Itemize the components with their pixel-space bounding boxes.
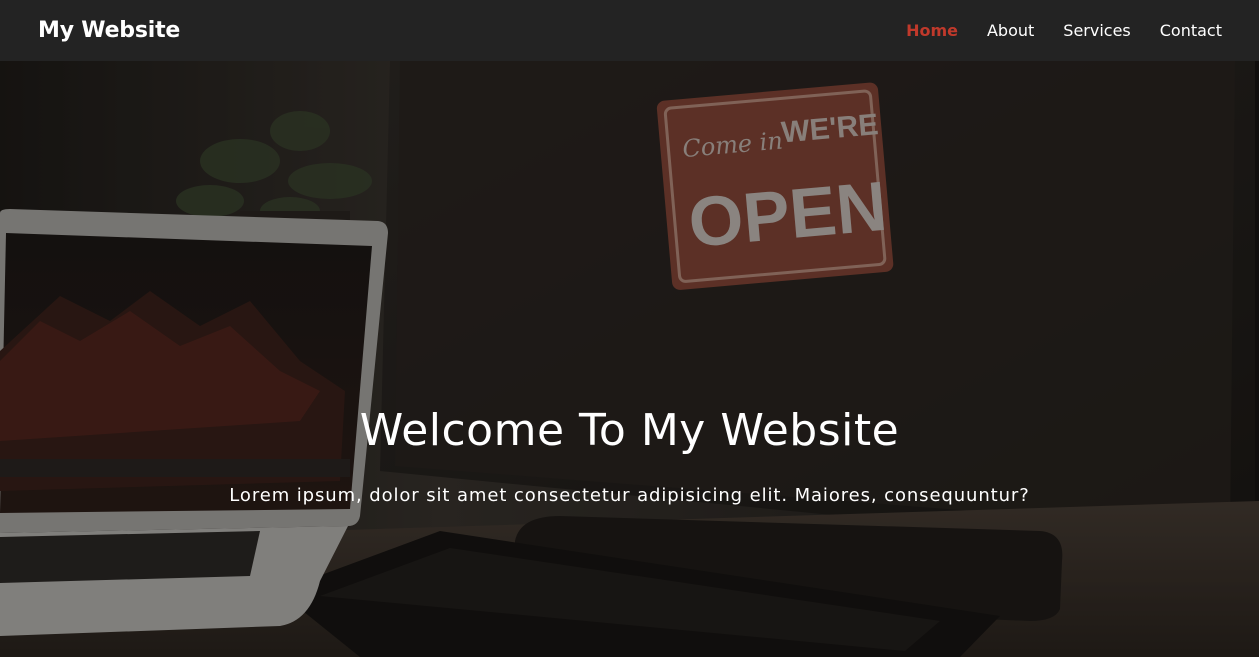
hero-overlay [0, 61, 1259, 657]
hero-subtitle: Lorem ipsum, dolor sit amet consectetur … [229, 485, 1030, 506]
hero-title: Welcome To My Website [359, 405, 900, 456]
nav-link-services[interactable]: Services [1063, 21, 1130, 40]
nav-links: Home About Services Contact [877, 21, 1222, 40]
nav-link-home[interactable]: Home [906, 21, 958, 40]
nav-link-contact[interactable]: Contact [1160, 21, 1222, 40]
navbar: My Website Home About Services Contact [0, 0, 1259, 61]
nav-link-about[interactable]: About [987, 21, 1034, 40]
hero-section: Come in WE'RE OPEN Welcome To My Website… [0, 61, 1259, 657]
brand-logo[interactable]: My Website [38, 18, 180, 43]
